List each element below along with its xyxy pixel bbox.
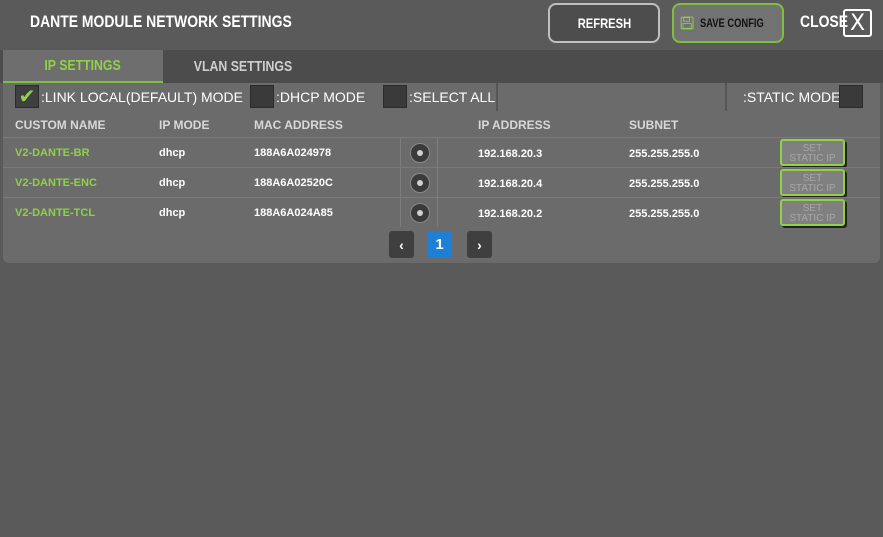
- mode-divider: [725, 83, 727, 111]
- row-ip-mode: dhcp: [159, 207, 186, 219]
- row-ip-mode: dhcp: [159, 177, 186, 189]
- row-mac-address: 188A6A02520C: [254, 177, 333, 189]
- column-header-ip-address: IP ADDRESS: [478, 118, 551, 132]
- set-static-ip-button[interactable]: SET STATIC IP: [780, 199, 845, 226]
- table-row: V2-DANTE-TCL dhcp 188A6A024A85 192.168.2…: [3, 197, 880, 227]
- table-row: V2-DANTE-BR dhcp 188A6A024978 192.168.20…: [3, 137, 880, 167]
- page-number-current[interactable]: 1: [427, 231, 452, 258]
- select-all-checkbox[interactable]: [383, 85, 407, 108]
- row-select-radio[interactable]: [410, 203, 430, 223]
- static-mode-checkbox[interactable]: [839, 85, 863, 108]
- tab-ip-settings-label: IP SETTINGS: [44, 57, 122, 74]
- column-header-custom-name: CUSTOM NAME: [15, 118, 106, 132]
- link-local-mode-checkbox[interactable]: ✔: [15, 85, 39, 108]
- row-select-cell: [400, 198, 438, 227]
- row-ip-mode: dhcp: [159, 147, 186, 159]
- link-local-mode-label: :LINK LOCAL(DEFAULT) MODE: [41, 89, 244, 105]
- dhcp-mode-label: :DHCP MODE: [276, 89, 366, 105]
- tab-vlan-settings-label: VLAN SETTINGS: [193, 58, 293, 75]
- set-static-ip-label-line2: STATIC IP: [789, 183, 836, 194]
- row-subnet: 255.255.255.0: [629, 148, 700, 160]
- chevron-left-icon[interactable]: ‹: [389, 231, 414, 258]
- row-ip-address: 192.168.20.2: [478, 208, 543, 220]
- close-icon[interactable]: X: [843, 9, 872, 37]
- dhcp-mode-checkbox[interactable]: [250, 85, 274, 108]
- row-select-radio[interactable]: [410, 143, 430, 163]
- column-header-ip-mode: IP MODE: [159, 118, 210, 132]
- floppy-disk-icon: [680, 16, 694, 30]
- row-ip-address: 192.168.20.4: [478, 178, 543, 190]
- refresh-button-label: REFRESH: [577, 15, 631, 31]
- row-subnet: 255.255.255.0: [629, 178, 700, 190]
- select-all-label: :SELECT ALL: [409, 89, 496, 105]
- set-static-ip-label-line2: STATIC IP: [789, 153, 836, 164]
- set-static-ip-button[interactable]: SET STATIC IP: [780, 139, 845, 166]
- page-title: DANTE MODULE NETWORK SETTINGS: [30, 12, 292, 31]
- save-config-button[interactable]: SAVE CONFIG: [672, 3, 784, 43]
- row-subnet: 255.255.255.0: [629, 208, 700, 220]
- row-custom-name: V2-DANTE-ENC: [15, 177, 97, 189]
- row-select-cell: [400, 138, 438, 167]
- column-header-mac-address: MAC ADDRESS: [254, 118, 343, 132]
- static-mode-label: :STATIC MODE:: [743, 89, 845, 105]
- chevron-right-icon[interactable]: ›: [467, 231, 492, 258]
- tab-ip-settings[interactable]: IP SETTINGS: [3, 50, 163, 83]
- row-select-cell: [400, 168, 438, 197]
- tab-vlan-settings[interactable]: VLAN SETTINGS: [163, 50, 323, 83]
- column-header-subnet: SUBNET: [629, 118, 679, 132]
- close-icon-glyph: X: [849, 10, 866, 36]
- row-mac-address: 188A6A024A85: [254, 207, 333, 219]
- set-static-ip-label-line2: STATIC IP: [789, 213, 836, 224]
- refresh-button[interactable]: REFRESH: [548, 3, 660, 43]
- set-static-ip-button[interactable]: SET STATIC IP: [780, 169, 845, 196]
- row-ip-address: 192.168.20.3: [478, 148, 543, 160]
- save-config-label: SAVE CONFIG: [700, 16, 765, 30]
- close-label[interactable]: CLOSE: [800, 12, 848, 32]
- mode-divider: [496, 83, 498, 111]
- row-custom-name: V2-DANTE-TCL: [15, 207, 96, 219]
- row-select-radio[interactable]: [410, 173, 430, 193]
- row-custom-name: V2-DANTE-BR: [15, 147, 90, 159]
- checkmark-icon: ✔: [18, 86, 36, 108]
- table-row: V2-DANTE-ENC dhcp 188A6A02520C 192.168.2…: [3, 167, 880, 197]
- row-mac-address: 188A6A024978: [254, 147, 332, 159]
